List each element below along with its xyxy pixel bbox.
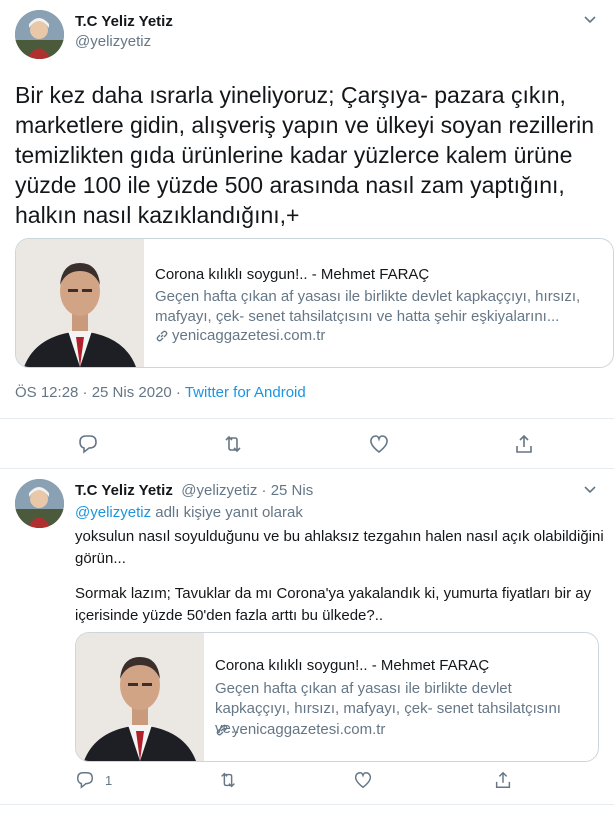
divider [0,418,614,419]
reply-avatar[interactable] [15,479,64,528]
card-thumbnail [16,239,144,367]
reply-text-p2: Sormak lazım; Tavuklar da mı Corona'ya y… [75,585,592,624]
reply-count: 1 [105,772,113,788]
tweet-source[interactable]: Twitter for Android [185,384,306,401]
replying-to: @yelizyetiz adlı kişiye yanıt olarak [75,504,303,521]
divider [0,804,614,805]
chevron-down-icon[interactable] [583,12,597,28]
reply-text-p1: yoksulun nasıl soyulduğunu ve bu ahlaksı… [75,528,604,567]
reply-icon[interactable] [77,433,99,455]
card-thumbnail [76,633,204,761]
share-icon[interactable] [513,433,535,455]
card-title: Corona kılıklı soygun!.. - Mehmet FARAÇ [215,657,490,674]
reply-handle-date[interactable]: @yelizyetiz · 25 Nis [181,482,313,499]
avatar[interactable] [15,10,64,59]
link-card[interactable]: Corona kılıklı soygun!.. - Mehmet FARAÇ … [15,238,614,368]
share-icon[interactable] [493,770,513,790]
card-domain-row: yenicaggazetesi.com.tr [215,721,385,738]
reply-icon [75,770,95,790]
card-domain: yenicaggazetesi.com.tr [172,327,326,344]
card-title: Corona kılıklı soygun!.. - Mehmet FARAÇ [155,266,430,283]
card-description: Geçen hafta çıkan af yasası ile birlikte… [155,288,581,325]
display-name[interactable]: T.C Yeliz Yetiz [75,13,173,30]
retweet-icon[interactable] [218,770,238,790]
reply-display-name[interactable]: T.C Yeliz Yetiz [75,482,173,499]
like-icon[interactable] [353,770,373,790]
reply-link-card[interactable]: Corona kılıklı soygun!.. - Mehmet FARAÇ … [75,632,599,762]
divider [0,468,614,469]
tweet-text: Bir kez daha ısrarla yineliyoruz; Çarşıy… [15,82,595,228]
reply-header: T.C Yeliz Yetiz @yelizyetiz · 25 Nis [75,482,313,500]
chevron-down-icon[interactable] [583,482,597,498]
link-icon [155,329,169,343]
card-domain-row: yenicaggazetesi.com.tr [155,327,325,344]
link-icon [215,723,229,737]
replying-to-label: adlı kişiye yanıt olarak [151,504,303,521]
reply-button[interactable]: 1 [75,770,112,790]
like-icon[interactable] [368,433,390,455]
tweet-time[interactable]: ÖS 12:28 · 25 Nis 2020 · [15,384,185,401]
replying-to-handle[interactable]: @yelizyetiz [75,504,151,521]
retweet-icon[interactable] [222,433,244,455]
user-handle[interactable]: @yelizyetiz [75,33,151,50]
card-domain: yenicaggazetesi.com.tr [232,721,386,738]
tweet-timestamp: ÖS 12:28 · 25 Nis 2020 · Twitter for And… [15,384,306,401]
